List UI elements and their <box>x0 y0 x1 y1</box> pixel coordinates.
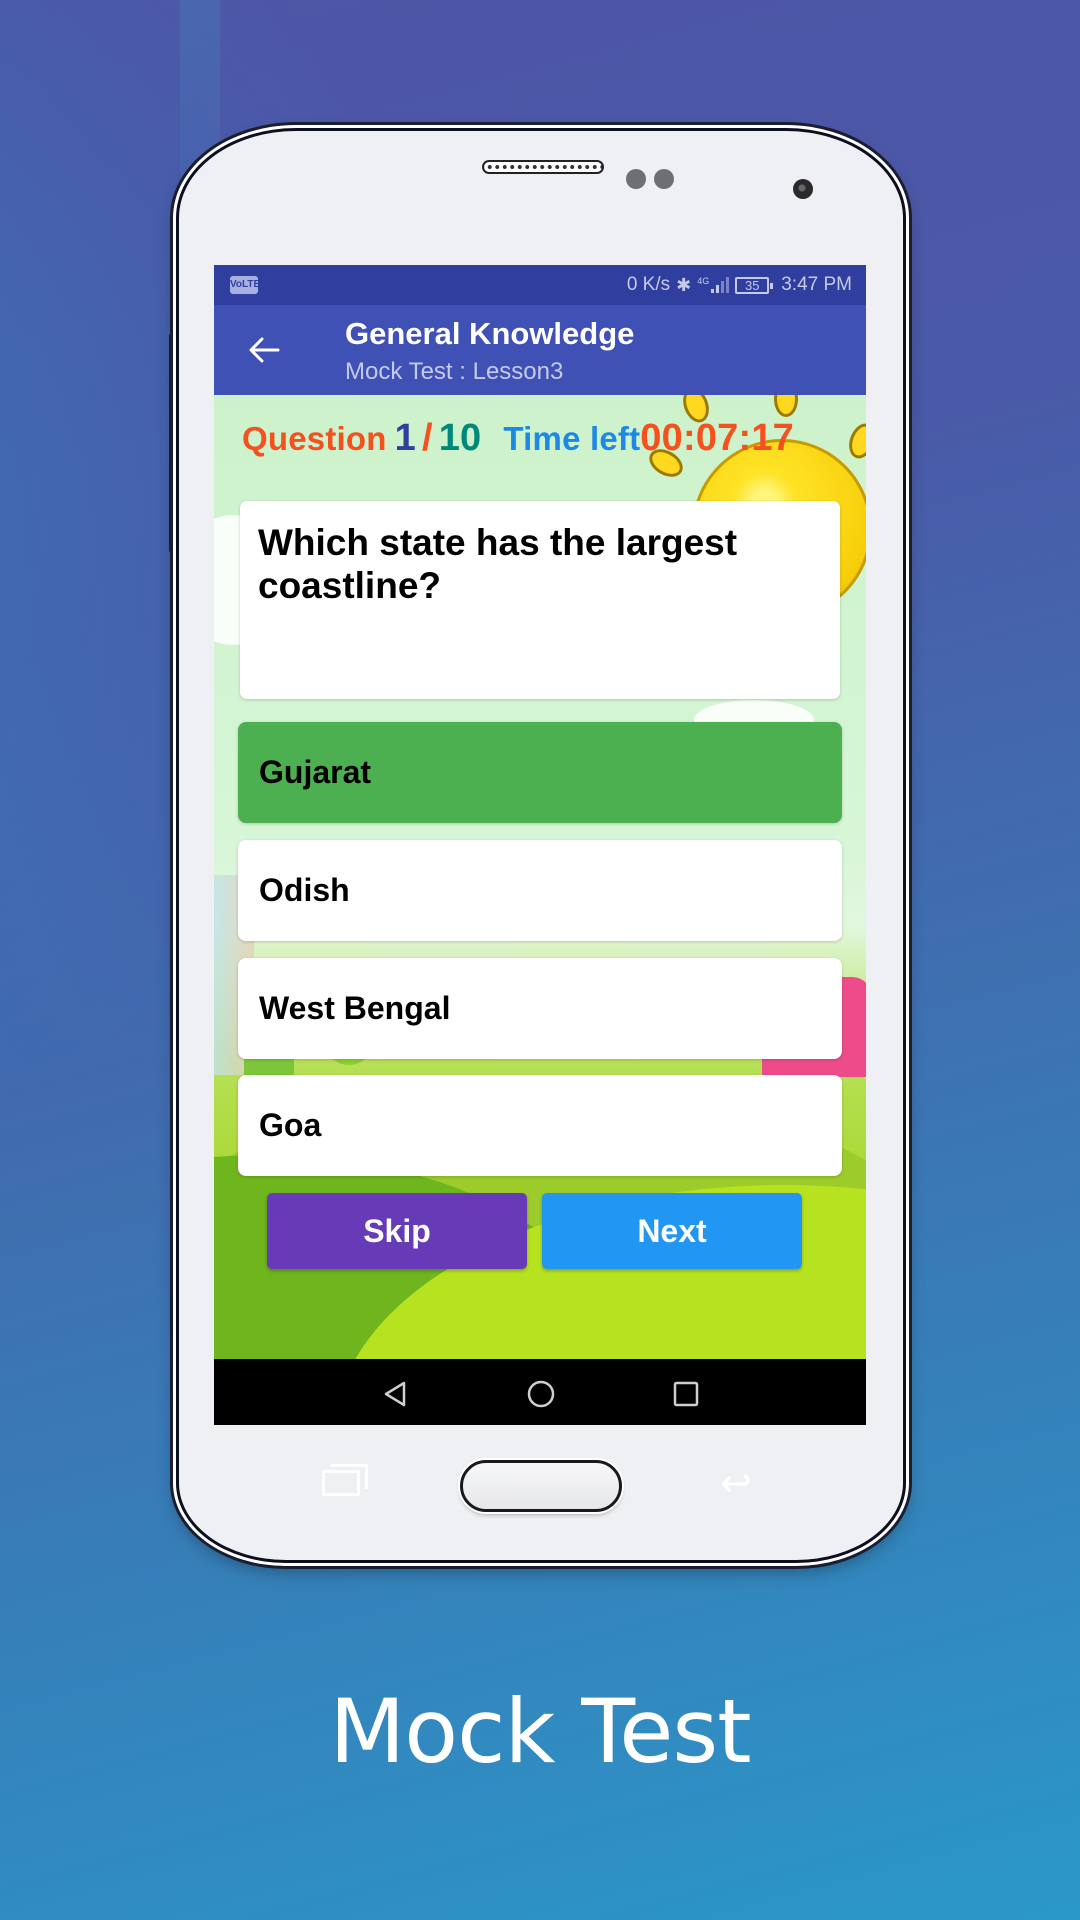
skip-button[interactable]: Skip <box>267 1193 527 1269</box>
hardware-recents-icon <box>322 1464 368 1496</box>
volte-icon: VoLTE <box>230 276 260 294</box>
hardware-back-icon: ↩ <box>720 1461 752 1505</box>
bluetooth-icon: ✱ <box>676 274 692 296</box>
option-label: Odish <box>259 872 350 908</box>
battery-level: 35 <box>745 277 760 293</box>
answer-option-gujarat[interactable]: Gujarat <box>238 722 842 823</box>
battery-icon: 35 <box>735 276 774 294</box>
option-label: Goa <box>259 1107 322 1143</box>
next-button[interactable]: Next <box>542 1193 802 1269</box>
nav-home-button[interactable] <box>526 1379 556 1409</box>
promo-caption: Mock Test <box>329 1680 751 1783</box>
total-questions: 10 <box>438 417 482 459</box>
status-indicators: 0 K/s ✱ 4G 35 3:47 PM <box>627 265 852 305</box>
phone-screen: VoLTE 0 K/s ✱ 4G 35 3:47 PM General Know… <box>214 265 866 1425</box>
network-type: 4G <box>697 276 710 286</box>
question-card: Which state has the largest coastline? <box>240 501 840 699</box>
time-left-value: 00:07:17 <box>640 417 795 459</box>
answer-option-goa[interactable]: Goa <box>238 1075 842 1176</box>
phone-sensor <box>626 169 646 189</box>
time-left-label: Time left <box>503 420 641 457</box>
sun-ray-decoration <box>774 395 798 417</box>
net-speed: 0 K/s <box>626 274 671 295</box>
current-question-number: 1 <box>394 417 416 459</box>
answer-option-west-bengal[interactable]: West Bengal <box>238 958 842 1059</box>
signal-icon: 4G <box>697 276 730 293</box>
nav-back-triangle-icon <box>384 1381 406 1407</box>
status-time: 3:47 PM <box>781 274 852 295</box>
question-text: Which state has the largest coastline? <box>258 522 738 606</box>
phone-speaker <box>482 160 604 174</box>
phone-volume-button <box>169 333 176 553</box>
quiz-content: Question 1/10 Time left00:07:17 Which stat… <box>214 395 866 1359</box>
answer-option-odish[interactable]: Odish <box>238 840 842 941</box>
nav-recents-button[interactable] <box>671 1379 701 1409</box>
front-camera-icon <box>793 179 813 199</box>
sun-ray-decoration <box>844 419 866 463</box>
hardware-home-button[interactable] <box>460 1460 622 1512</box>
phone-sensor <box>654 169 674 189</box>
app-subtitle: Mock Test : Lesson3 <box>345 358 564 385</box>
question-label: Question <box>242 420 387 457</box>
nav-recents-square-icon <box>673 1381 699 1407</box>
app-title: General Knowledge <box>345 316 635 351</box>
nav-home-circle-icon <box>527 1380 555 1408</box>
question-separator: / <box>421 417 433 459</box>
option-label: Gujarat <box>259 754 372 790</box>
question-progress-header: Question 1/10 Time left00:07:17 <box>242 417 794 460</box>
back-button[interactable] <box>244 330 284 370</box>
system-nav-bar <box>214 1359 866 1425</box>
status-bar: VoLTE 0 K/s ✱ 4G 35 3:47 PM <box>214 265 866 305</box>
option-label: West Bengal <box>259 990 451 1026</box>
app-bar: General Knowledge Mock Test : Lesson3 <box>214 305 866 395</box>
nav-back-button[interactable] <box>380 1379 410 1409</box>
arrow-left-icon <box>249 337 280 363</box>
